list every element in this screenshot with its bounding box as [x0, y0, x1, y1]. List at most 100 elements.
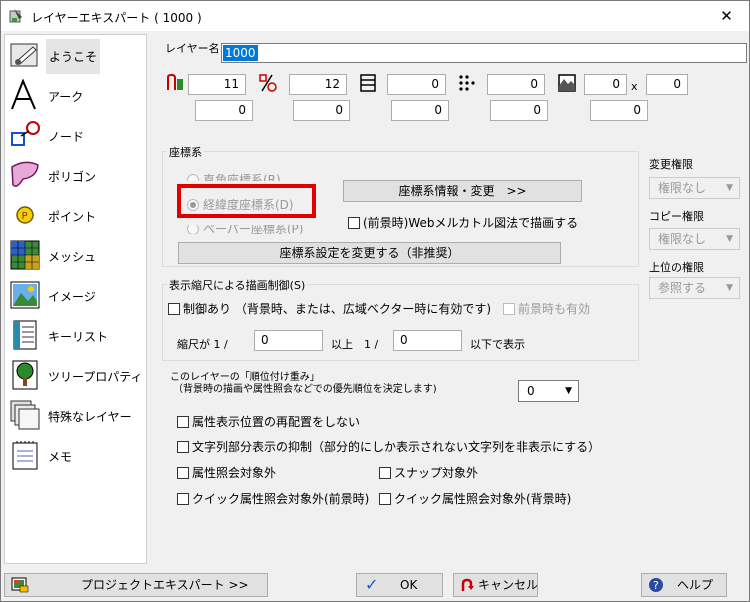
quick-background-label: クイック属性照会対象外(背景時) [394, 492, 572, 506]
nav-item-welcome[interactable]: ようこそ [5, 35, 146, 75]
priority-dropdown[interactable]: 0 ▼ [518, 380, 579, 402]
web-mercator-checkbox[interactable]: (前景時)Webメルカトル図法で描画する [348, 214, 578, 231]
chevron-down-icon: ▼ [565, 386, 572, 396]
radio-cartesian-label: 直角座標系(R) [203, 173, 281, 181]
suppress-partial-checkbox[interactable]: 文字列部分表示の抑制（部分的にしか表示されない文字列を非表示にする） [177, 438, 600, 455]
mesh-count-icon [558, 74, 576, 92]
nav-item-tree-property[interactable]: ツリープロパティ [5, 355, 146, 395]
nav-item-keylist[interactable]: キーリスト [5, 315, 146, 355]
window-title: レイヤーエキスパート ( 1000 ) [31, 11, 202, 25]
title-bar: レイヤーエキスパート ( 1000 ) ✕ [1, 1, 749, 31]
coord-system-title: 座標系 [167, 144, 204, 160]
count-field-r2-1[interactable]: 0 [195, 100, 253, 121]
project-expert-label: プロジェクトエキスパート >> [81, 578, 249, 592]
nav-label: アーク [48, 90, 84, 104]
no-relocate-checkbox[interactable]: 属性表示位置の再配置をしない [177, 413, 360, 430]
arc-count-icon [167, 74, 183, 90]
arc-count-field[interactable]: 11 [188, 74, 246, 95]
no-relocate-label: 属性表示位置の再配置をしない [192, 415, 361, 429]
welcome-icon [10, 43, 38, 67]
radio-circle [187, 225, 199, 234]
upper-permission-label: 上位の権限 [649, 261, 704, 274]
nav-item-node[interactable]: ノード [5, 115, 146, 155]
nav-label: ノード [48, 130, 85, 144]
point-count-field[interactable]: 0 [487, 74, 545, 95]
nav-item-special-layer[interactable]: 特殊なレイヤー [5, 395, 146, 435]
change-permission-label: 変更権限 [649, 158, 693, 171]
copy-permission-dropdown[interactable]: 権限なし ▼ [649, 228, 740, 250]
checkbox-box [503, 303, 515, 315]
foreground-checkbox[interactable]: 前景時も有効 [503, 300, 590, 317]
nav-item-mesh[interactable]: メッシュ [5, 235, 146, 275]
mesh-rows-field[interactable]: 0 [646, 74, 688, 95]
nav-item-memo[interactable]: メモ [5, 435, 146, 475]
checkbox-box [177, 441, 189, 453]
help-button[interactable]: ? ヘルプ [641, 573, 727, 597]
chevron-down-icon: ▼ [726, 283, 733, 293]
project-expert-button[interactable]: プロジェクトエキスパート >> [4, 573, 268, 597]
priority-hint: （背景時の描画や属性照会などでの優先順位を決定します) [173, 384, 437, 395]
radio-paper[interactable]: ペーパー座標系(P) [187, 225, 303, 234]
exclude-snap-checkbox[interactable]: スナップ対象外 [379, 464, 478, 481]
layer-expert-dialog: レイヤーエキスパート ( 1000 ) ✕ ようこそ アーク ノード ポリゴン … [0, 0, 750, 602]
count-field-r2-3[interactable]: 0 [391, 100, 449, 121]
layer-name-label: レイヤー名 [165, 42, 220, 55]
scale-max-field[interactable]: 0 [393, 330, 462, 351]
layer-name-input[interactable]: 1000 [221, 43, 747, 63]
exclude-query-checkbox[interactable]: 属性照会対象外 [177, 464, 276, 481]
scale-min-field[interactable]: 0 [254, 330, 323, 351]
nav-label: メモ [48, 450, 73, 464]
nav-label: キーリスト [48, 330, 109, 344]
nav-label: イメージ [48, 290, 96, 304]
nav-item-polygon[interactable]: ポリゴン [5, 155, 146, 195]
quick-foreground-label: クイック属性照会対象外(前景時) [192, 492, 370, 506]
scale-control-checkbox[interactable]: 制御あり （背景時、または、広域ベクター時に有効です) [168, 300, 491, 317]
polygon-count-field[interactable]: 0 [387, 74, 446, 95]
svg-text:?: ? [653, 579, 659, 592]
mesh-icon [10, 240, 40, 270]
count-field-r2-4[interactable]: 0 [490, 100, 548, 121]
count-field-r2-5[interactable]: 0 [590, 100, 648, 121]
node-count-icon [259, 74, 277, 92]
nav-item-arc[interactable]: アーク [5, 75, 146, 115]
nav-label: メッシュ [48, 250, 97, 264]
count-field-r2-2[interactable]: 0 [293, 100, 350, 121]
project-icon [11, 577, 29, 593]
point-count-icon [459, 75, 475, 91]
change-permission-value: 権限なし [658, 181, 707, 195]
point-icon: P [16, 206, 34, 224]
mesh-cols-field[interactable]: 0 [584, 74, 627, 95]
coord-info-button[interactable]: 座標系情報・変更 >> [343, 180, 582, 202]
memo-icon [12, 441, 38, 470]
web-mercator-label: (前景時)Webメルカトル図法で描画する [363, 216, 579, 230]
upper-permission-dropdown[interactable]: 参照する ▼ [649, 277, 740, 299]
change-coord-button[interactable]: 座標系設定を変更する（非推奨） [178, 242, 561, 264]
nav-item-image[interactable]: イメージ [5, 275, 146, 315]
nav-item-point[interactable]: P ポイント [5, 195, 146, 235]
quick-background-checkbox[interactable]: クイック属性照会対象外(背景時) [379, 490, 571, 507]
highlight-box [177, 184, 316, 218]
quick-foreground-checkbox[interactable]: クイック属性照会対象外(前景時) [177, 490, 369, 507]
tree-icon [12, 360, 38, 390]
chevron-down-icon: ▼ [726, 183, 733, 193]
node-icon [11, 121, 40, 146]
close-button[interactable]: ✕ [704, 1, 749, 31]
layer-name-value: 1000 [223, 45, 258, 61]
checkbox-box [177, 467, 189, 479]
nav-label: ポイント [48, 210, 97, 224]
change-permission-dropdown[interactable]: 権限なし ▼ [649, 177, 740, 199]
nav-label: ツリープロパティ [48, 370, 143, 384]
checkbox-box [177, 493, 189, 505]
ok-label: OK [400, 578, 418, 592]
cancel-button[interactable]: キャンセル [453, 573, 538, 597]
cancel-label: キャンセル [478, 578, 539, 592]
checkbox-box [168, 303, 180, 315]
image-icon [10, 281, 40, 309]
scale-below-label: 以下で表示 [470, 338, 525, 351]
ok-button[interactable]: ✓ OK [356, 573, 443, 597]
radio-cartesian[interactable]: 直角座標系(R) [187, 171, 281, 181]
scale-above-label: 以上 1 / [331, 338, 379, 351]
node-count-field[interactable]: 12 [289, 74, 347, 95]
arc-icon [11, 79, 36, 110]
copy-permission-value: 権限なし [658, 232, 707, 246]
